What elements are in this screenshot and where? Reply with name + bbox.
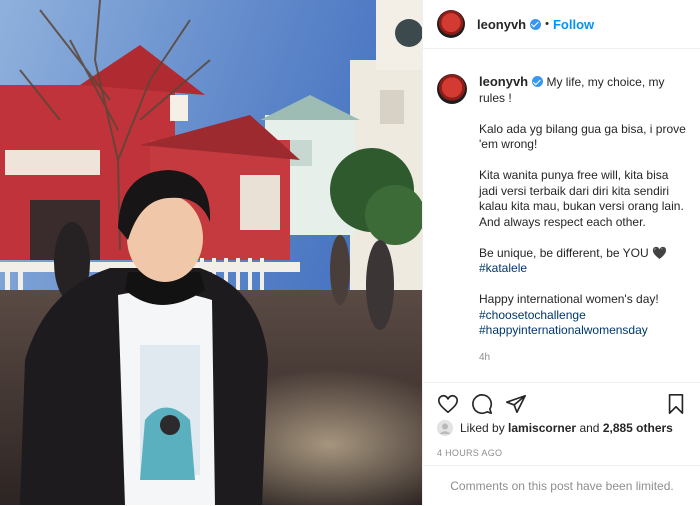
heart-icon[interactable] [437, 393, 459, 415]
bookmark-icon[interactable] [665, 393, 687, 415]
likes-middle: and [579, 421, 600, 435]
paper-plane-icon[interactable] [505, 393, 527, 415]
hashtag-choosetochallenge[interactable]: #choosetochallenge [479, 308, 687, 324]
comment-icon[interactable] [471, 393, 493, 415]
caption-username[interactable]: leonyvh [479, 74, 528, 89]
likes-summary: Liked by lamiscorner and 2,885 others [437, 420, 673, 436]
comments-limited-notice: Comments on this post have been limited. [423, 465, 700, 506]
caption-verified-badge-icon [532, 76, 544, 87]
verified-badge-icon [530, 18, 542, 30]
caption-avatar[interactable] [437, 74, 467, 104]
caption-text: My life, my choice, my rules ! Kalo ada … [479, 75, 686, 260]
post-side-panel: leonyvh • Follow leonyvh My life, my cho… [422, 0, 700, 505]
liker-avatar-image [437, 420, 453, 436]
post-photo[interactable] [0, 0, 422, 505]
caption-time: 4h [479, 351, 491, 363]
author-username[interactable]: leonyvh [477, 17, 526, 32]
instagram-post: leonyvh • Follow leonyvh My life, my cho… [0, 0, 700, 505]
caption-body: leonyvh My life, my choice, my rules ! K… [479, 74, 687, 365]
likes-count[interactable]: 2,885 others [603, 421, 673, 435]
post-header: leonyvh • Follow [423, 0, 700, 49]
likes-prefix: Liked by [460, 421, 505, 435]
follow-button[interactable]: Follow [553, 17, 594, 32]
author-avatar[interactable] [437, 10, 465, 38]
post-caption: leonyvh My life, my choice, my rules ! K… [437, 74, 687, 365]
caption-text-block: leonyvh My life, my choice, my rules ! K… [479, 74, 687, 261]
post-timestamp[interactable]: 4 HOURS AGO [437, 448, 502, 458]
hashtag-happyinternationalwomensday[interactable]: #happyinternationalwomensday [479, 323, 687, 339]
caption-text-2: Happy international women's day! [479, 292, 659, 306]
liker-username[interactable]: lamiscorner [508, 421, 576, 435]
liker-avatar[interactable] [437, 420, 453, 436]
photo-illustration [0, 0, 422, 505]
action-bar [423, 382, 700, 423]
hashtag-katalele[interactable]: #katalele [479, 261, 687, 277]
header-separator: • [545, 18, 549, 30]
